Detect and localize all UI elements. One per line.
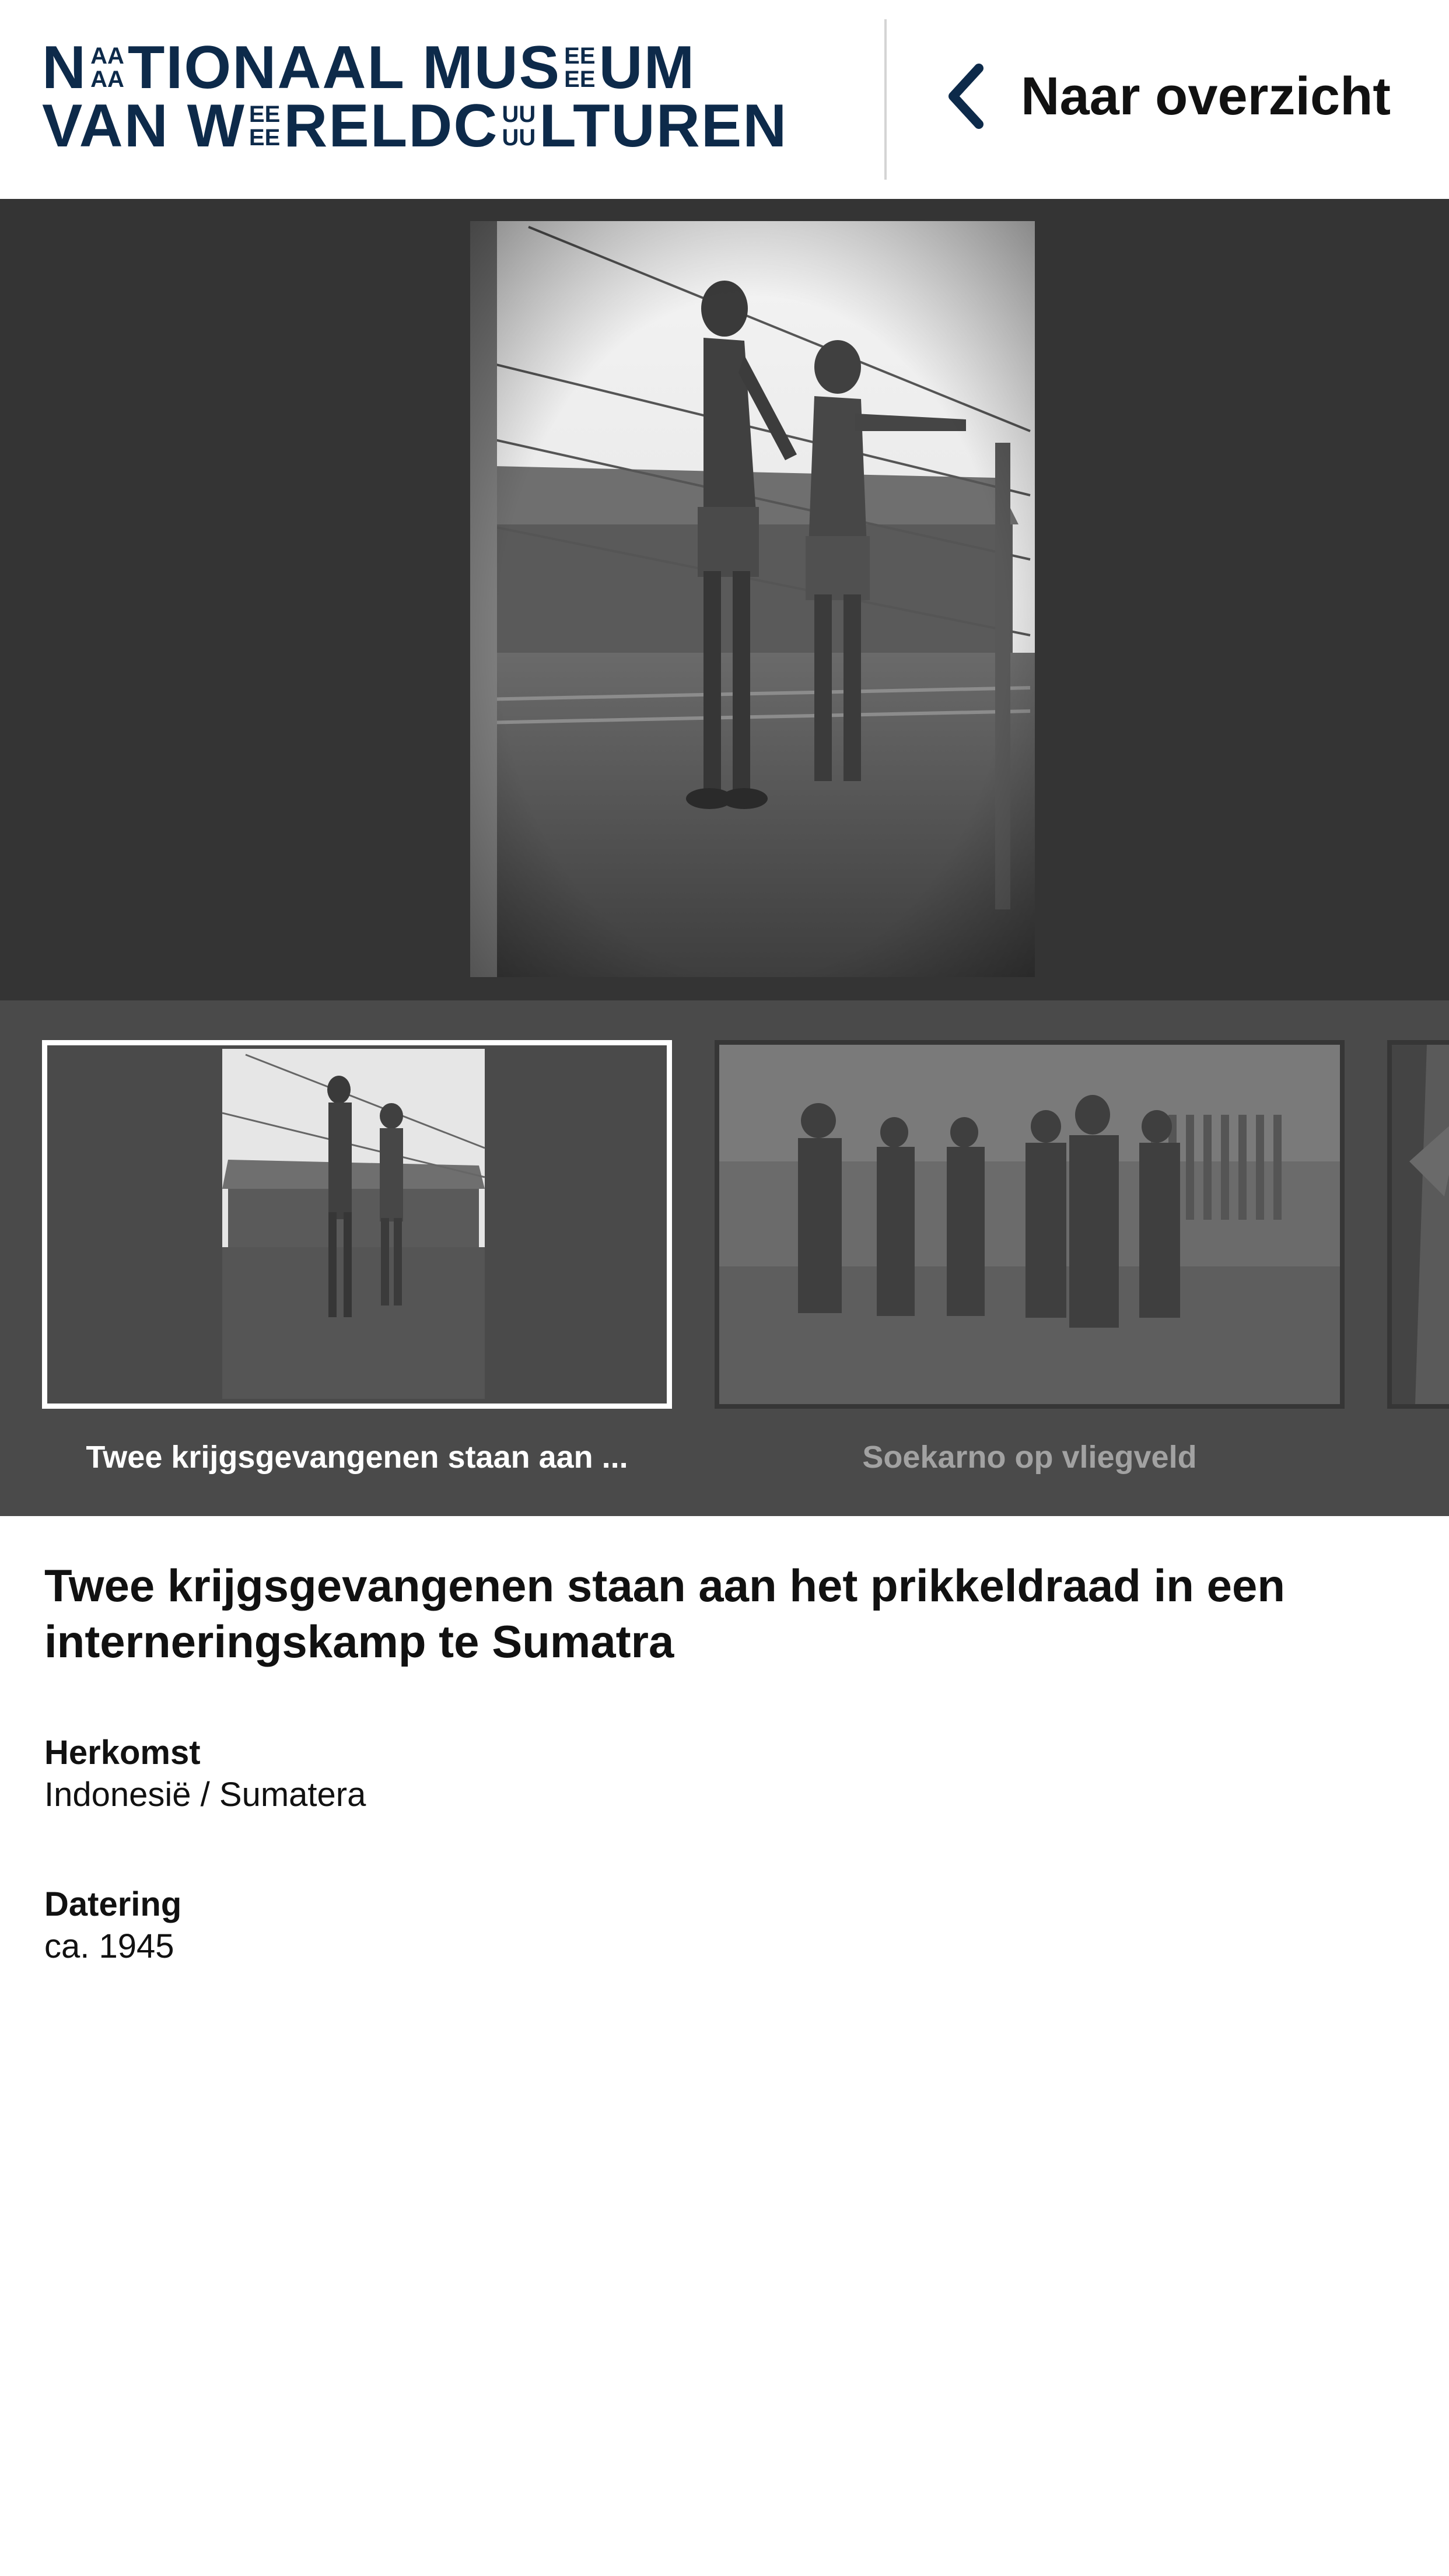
logo-line-1: N AA AA TIONAAL MUS EE EE UM bbox=[42, 34, 788, 102]
logo-text: UM bbox=[598, 34, 696, 102]
carousel-thumb[interactable] bbox=[715, 1040, 1345, 1409]
carousel-thumb[interactable] bbox=[1387, 1040, 1449, 1409]
logo-mini-letters: UU UU bbox=[502, 103, 536, 149]
back-link-label: Naar overzicht bbox=[1021, 66, 1391, 126]
logo-line-2: VAN W EE EE RELDC UU UU LTUREN bbox=[42, 92, 788, 160]
object-details: Twee krijgsgevangenen staan aan het prik… bbox=[44, 1558, 1404, 1968]
site-header: N AA AA TIONAAL MUS EE EE UM VAN W EE EE… bbox=[0, 0, 1449, 199]
field-datering: Datering ca. 1945 bbox=[44, 1884, 1404, 1968]
thumb-photo bbox=[47, 1045, 667, 1404]
logo-mini-top: UU bbox=[502, 102, 536, 127]
logo-mini-bottom: EE bbox=[564, 66, 596, 92]
carousel-caption[interactable]: Soekarno op vliegveld bbox=[715, 1439, 1345, 1475]
image-viewer bbox=[0, 199, 1449, 1000]
back-to-overview-link[interactable]: Naar overzicht bbox=[945, 61, 1391, 131]
logo-mini-bottom: EE bbox=[249, 125, 281, 150]
field-label: Herkomst bbox=[44, 1734, 201, 1772]
logo-text: RELDC bbox=[284, 92, 499, 160]
logo-text: VAN W bbox=[42, 92, 246, 160]
field-label: Datering bbox=[44, 1885, 182, 1923]
thumb-photo bbox=[719, 1045, 1340, 1404]
field-value: ca. 1945 bbox=[44, 1927, 174, 1965]
logo-text: TIONAAL MUS bbox=[127, 34, 561, 102]
logo-mini-top: EE bbox=[249, 102, 281, 127]
logo-mini-letters: AA AA bbox=[90, 44, 124, 91]
logo-text: LTUREN bbox=[539, 92, 788, 160]
carousel-caption-active[interactable]: Twee krijgsgevangenen staan aan ... bbox=[42, 1439, 672, 1475]
header-divider bbox=[884, 19, 887, 180]
image-carousel[interactable]: Twee krijgsgevangenen staan aan ... Soek… bbox=[0, 1000, 1449, 1516]
logo-mini-bottom: AA bbox=[90, 66, 124, 92]
chevron-left-icon bbox=[949, 64, 984, 129]
object-title: Twee krijgsgevangenen staan aan het prik… bbox=[44, 1560, 1285, 1667]
logo-mini-top: EE bbox=[564, 43, 596, 69]
logo-mini-bottom: UU bbox=[502, 125, 536, 150]
main-photo[interactable] bbox=[470, 221, 1035, 977]
field-herkomst: Herkomst Indonesië / Sumatera bbox=[44, 1732, 1404, 1817]
thumb-photo bbox=[1392, 1045, 1449, 1404]
field-value: Indonesië / Sumatera bbox=[44, 1776, 366, 1814]
logo-mini-top: AA bbox=[90, 43, 124, 69]
logo-mini-letters: EE EE bbox=[564, 44, 595, 91]
museum-logo[interactable]: N AA AA TIONAAL MUS EE EE UM VAN W EE EE… bbox=[42, 34, 788, 160]
logo-text: N bbox=[42, 34, 88, 102]
logo-mini-letters: EE EE bbox=[249, 103, 280, 149]
carousel-thumb-active[interactable] bbox=[42, 1040, 672, 1409]
